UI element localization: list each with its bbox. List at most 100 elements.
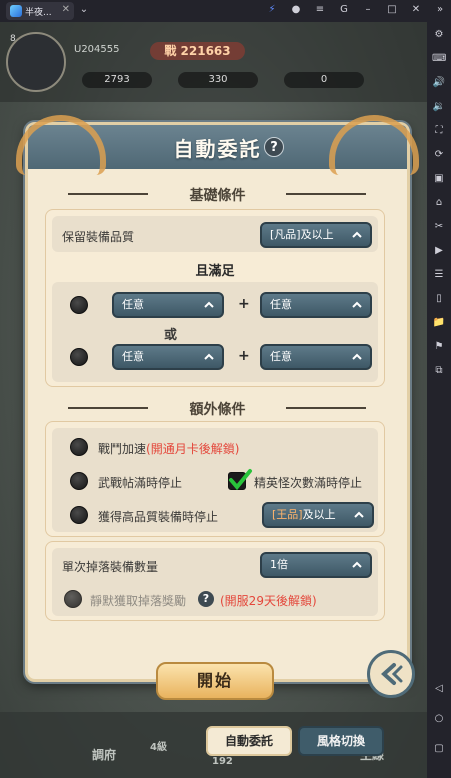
keep-quality-suffix: 及以上 [300, 228, 334, 241]
emulator-side-toolbar: ⚙ ⌨ 🔊 🔉 ⛶ ⟳ ▣ ⌂ ✂ ▶ ☰ ▯ 📁 ⚑ ⧉ ◁ ○ ▢ [427, 22, 451, 778]
condition-a-first-dropdown[interactable]: 任意 [112, 292, 224, 318]
single-drop-dropdown[interactable]: 1倍 [260, 552, 372, 578]
game-screen: 8 U204555 戰 221663 2793 330 0 調府 4級 192 … [0, 22, 427, 778]
volume-up-icon[interactable]: 🔊 [432, 76, 446, 90]
stop-high-quality-radio[interactable] [70, 506, 88, 524]
chevron-up-icon [354, 511, 364, 518]
player-uid: U204555 [74, 44, 120, 55]
tab-style-switch[interactable]: 風格切換 [298, 726, 384, 756]
high-quality-suffix: 及以上 [302, 508, 336, 521]
combat-power: 戰 221663 [150, 42, 245, 60]
silent-reward-label: 靜默獲取掉落獎勵 [90, 594, 187, 608]
condition-b-first-value: 任意 [122, 350, 144, 363]
location-icon[interactable]: ⚑ [432, 340, 446, 354]
battle-speed-lock: (開通月卡後解鎖) [146, 442, 240, 456]
home-nav-icon[interactable]: ○ [432, 712, 446, 726]
single-drop-value: 1倍 [270, 558, 288, 571]
auto-commission-dialog: 自動委託 ? 基礎條件 保留裝備品質 [凡品]及以上 且滿足 任意 + 任意 或… [16, 115, 419, 700]
close-window-icon[interactable]: ✕ [410, 4, 422, 16]
multi-window-icon[interactable]: ⧉ [432, 364, 446, 378]
nav-level: 4級 [150, 742, 167, 753]
account-icon[interactable]: ● [290, 4, 302, 16]
dialog-title: 自動委託 [173, 137, 262, 161]
chevron-up-icon [204, 353, 214, 360]
screenshot-icon[interactable]: ▣ [432, 172, 446, 186]
condition-b-second-value: 任意 [270, 350, 292, 363]
nav-count: 192 [212, 756, 233, 767]
keyboard-icon[interactable]: ⌨ [432, 52, 446, 66]
battle-speed-radio[interactable] [70, 438, 88, 456]
back-arrow-icon [381, 663, 403, 685]
extra-conditions-group: 戰鬥加速(開通月卡後解鎖) 武戰帖滿時停止 精英怪次數滿時停止 獲得高品質裝備時… [45, 421, 385, 537]
player-hud: 8 U204555 戰 221663 2793 330 0 [0, 22, 427, 102]
stop-high-quality-label: 獲得高品質裝備時停止 [98, 510, 219, 524]
stop-battle-full-label: 武戰帖滿時停止 [98, 476, 183, 490]
basic-conditions-group: 保留裝備品質 [凡品]及以上 且滿足 任意 + 任意 或 任意 + 任意 [45, 209, 385, 387]
high-quality-dropdown[interactable]: [王品]及以上 [262, 502, 374, 528]
condition-b-first-dropdown[interactable]: 任意 [112, 344, 224, 370]
battle-speed-label: 戰鬥加速(開通月卡後解鎖) [98, 440, 239, 457]
emulator-title-bar: 半夜... ✕ ⌄ ⚡ ● ≡ G – □ ✕ » [0, 0, 451, 22]
volume-down-icon[interactable]: 🔉 [432, 100, 446, 114]
help-icon[interactable]: ? [198, 591, 214, 607]
and-satisfy-label: 且滿足 [195, 264, 235, 279]
fullscreen-icon[interactable]: ⛶ [432, 124, 446, 138]
silent-reward-lock: (開服29天後解鎖) [220, 594, 317, 608]
home-icon[interactable]: ⌂ [432, 196, 446, 210]
player-level: 8 [10, 34, 16, 44]
help-icon[interactable]: ? [264, 137, 284, 157]
keep-quality-dropdown[interactable]: [凡品]及以上 [260, 222, 372, 248]
silent-reward-radio[interactable] [64, 590, 82, 608]
menu-icon[interactable]: ≡ [314, 4, 326, 16]
section-extra-conditions: 額外條件 [189, 402, 246, 418]
condition-b-second-dropdown[interactable]: 任意 [260, 344, 372, 370]
plus-sign: + [238, 296, 250, 312]
tab-close-icon[interactable]: ✕ [62, 4, 70, 15]
phone-icon[interactable]: ▯ [432, 292, 446, 306]
chevron-up-icon [352, 301, 362, 308]
condition-b-radio[interactable] [70, 348, 88, 366]
back-button[interactable] [367, 650, 415, 698]
high-quality-tag: [王品] [272, 508, 303, 521]
chevron-up-icon [352, 231, 362, 238]
stop-battle-full-radio[interactable] [70, 472, 88, 490]
recents-nav-icon[interactable]: ▢ [432, 742, 446, 756]
condition-a-second-value: 任意 [270, 298, 292, 311]
scissors-icon[interactable]: ✂ [432, 220, 446, 234]
app-tab-title: 半夜... [25, 7, 52, 18]
settings-icon[interactable]: ⚙ [432, 28, 446, 42]
g-icon[interactable]: G [338, 4, 350, 16]
section-basic-conditions: 基礎條件 [189, 188, 246, 204]
checkmark-icon [229, 469, 252, 491]
resource-ingot[interactable]: 330 [178, 72, 258, 88]
or-label: 或 [164, 328, 178, 343]
resource-gem[interactable]: 0 [284, 72, 364, 88]
sync-icon[interactable]: ⟳ [432, 148, 446, 162]
record-icon[interactable]: ▶ [432, 244, 446, 258]
chevron-down-icon[interactable]: ⌄ [78, 4, 90, 16]
app-logo-icon [10, 5, 22, 17]
condition-a-second-dropdown[interactable]: 任意 [260, 292, 372, 318]
keep-equipment-label: 保留裝備品質 [62, 230, 135, 244]
nav-mansion[interactable]: 調府 [92, 746, 116, 763]
stop-elite-full-checkbox[interactable] [228, 469, 252, 491]
list-icon[interactable]: ☰ [432, 268, 446, 282]
drop-settings-group: 單次掉落裝備數量 1倍 靜默獲取掉落獎勵 ? (開服29天後解鎖) [45, 541, 385, 621]
maximize-icon[interactable]: □ [386, 4, 398, 16]
boost-icon[interactable]: ⚡ [266, 4, 278, 16]
resource-gold[interactable]: 2793 [82, 72, 152, 88]
condition-a-radio[interactable] [70, 296, 88, 314]
chevron-up-icon [352, 561, 362, 568]
app-tab[interactable]: 半夜... ✕ [6, 2, 74, 20]
expand-icon[interactable]: » [434, 4, 446, 16]
keep-quality-tag: [凡品] [270, 228, 301, 241]
condition-a-first-value: 任意 [122, 298, 144, 311]
chevron-up-icon [204, 301, 214, 308]
folder-icon[interactable]: 📁 [432, 316, 446, 330]
minimize-icon[interactable]: – [362, 4, 374, 16]
back-nav-icon[interactable]: ◁ [432, 682, 446, 696]
start-button[interactable]: 開始 [156, 662, 274, 700]
chevron-up-icon [352, 353, 362, 360]
tab-auto-commission[interactable]: 自動委託 [206, 726, 292, 756]
plus-sign: + [238, 348, 250, 364]
